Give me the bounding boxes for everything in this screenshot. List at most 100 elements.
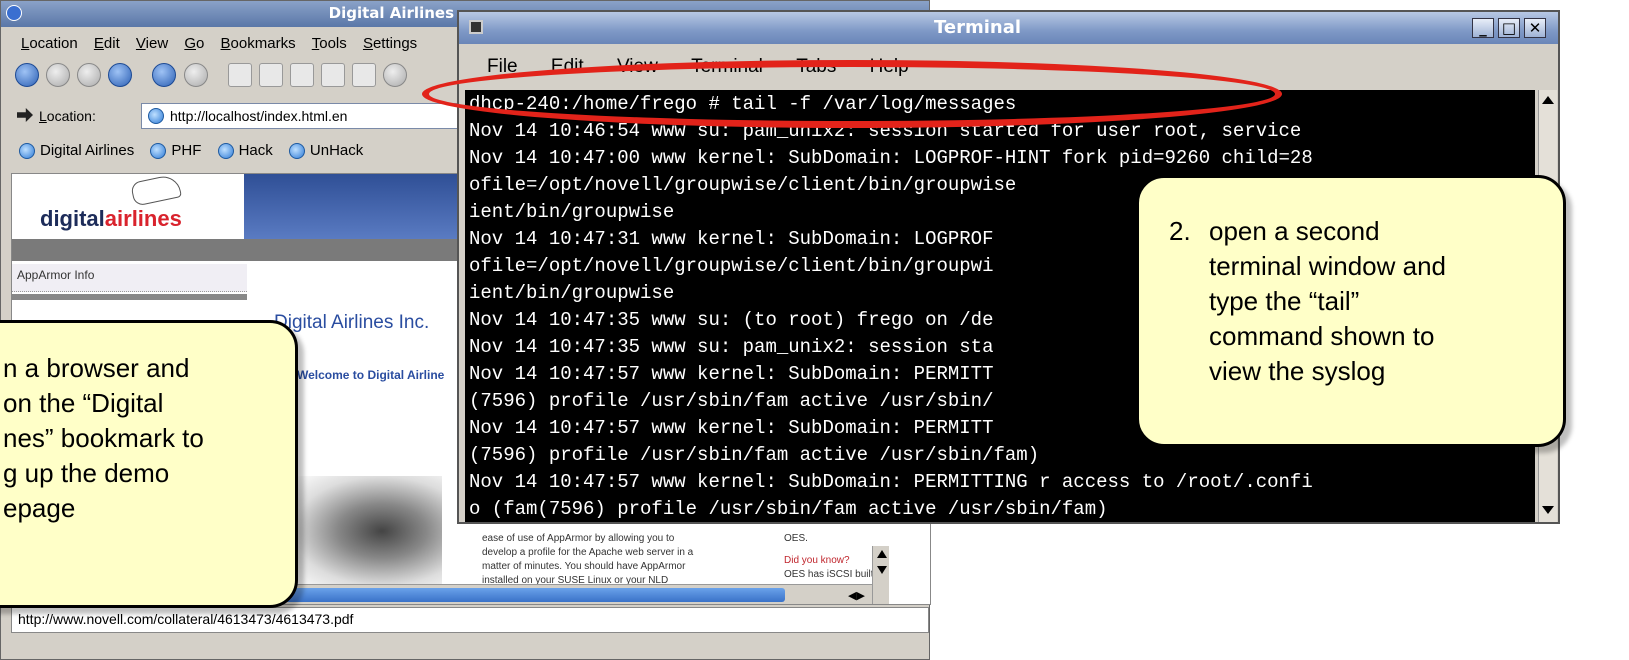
menu-settings[interactable]: Settings — [363, 35, 417, 52]
print-icon[interactable] — [321, 63, 346, 87]
terminal-title: Terminal — [934, 17, 1022, 38]
bookmark-label: Hack — [238, 142, 273, 159]
reload-icon[interactable] — [152, 63, 177, 87]
home-icon[interactable] — [108, 63, 133, 87]
callout-line: n a browser and — [3, 353, 190, 383]
terminal-line: ofile=/opt/novell/groupwise/client/bin/g… — [469, 174, 1017, 196]
browser-title: Digital Airlines — [328, 4, 454, 22]
content-horizontal-scrollbar[interactable]: ◀▶ — [250, 584, 872, 604]
article-line: develop a profile for the Apache web ser… — [482, 547, 694, 558]
terminal-line: Nov 14 10:47:35 www su: pam_unix2: sessi… — [469, 336, 994, 358]
location-url[interactable]: http://localhost/index.html.en — [170, 108, 347, 124]
terminal-line: Nov 14 10:47:35 www su: (to root) frego … — [469, 309, 994, 331]
article-line: ease of use of AppArmor by allowing you … — [482, 533, 675, 544]
callout-step-2: 2. open a second terminal window and type… — [1136, 175, 1566, 447]
bookmark-globe-icon — [19, 143, 35, 160]
bookmark-phf[interactable]: PHF — [150, 142, 202, 160]
status-bar: http://www.novell.com/collateral/4613473… — [11, 607, 929, 633]
sidebar-divider — [12, 294, 247, 300]
terminal-line: Nov 14 10:47:00 www kernel: SubDomain: L… — [469, 147, 1313, 169]
find-icon[interactable] — [383, 63, 408, 87]
bookmark-globe-icon — [288, 143, 305, 160]
scroll-down-icon[interactable] — [877, 566, 887, 574]
callout-line: 2. open a second — [1169, 214, 1543, 249]
scroll-left-right-icon[interactable]: ◀▶ — [848, 589, 865, 602]
copy-icon[interactable] — [258, 63, 283, 87]
callout-line: command shown to — [1209, 321, 1435, 351]
bookmark-label: UnHack — [309, 142, 364, 159]
terminal-line: (7596) profile /usr/sbin/fam active /usr… — [469, 444, 1040, 466]
step-number: 2. — [1169, 216, 1191, 246]
terminal-line: Nov 14 10:47:31 www kernel: SubDomain: L… — [469, 228, 994, 250]
logo-text-red: airlines — [104, 206, 182, 231]
maximize-button[interactable]: □ — [1498, 18, 1520, 38]
scroll-up-icon[interactable] — [1542, 96, 1554, 104]
logo-text-dark: digital — [40, 206, 105, 231]
logo-text: digitalairlines — [40, 206, 182, 232]
plane-logo-icon — [130, 174, 182, 207]
menu-edit[interactable]: Edit — [94, 35, 120, 52]
horizontal-scroll-thumb[interactable] — [265, 588, 785, 602]
callout-line: type the “tail” — [1209, 286, 1360, 316]
terminal-line: ient/bin/groupwise — [469, 282, 675, 304]
terminal-line: o (fam(7596) profile /usr/sbin/fam activ… — [469, 498, 1108, 520]
paste-icon[interactable] — [289, 63, 314, 87]
scroll-up-icon[interactable] — [877, 550, 887, 558]
bookmark-digital-airlines[interactable]: Digital Airlines — [19, 142, 135, 160]
terminal-titlebar[interactable]: Terminal _ □ ✕ — [459, 12, 1558, 44]
content-vertical-scrollbar[interactable] — [872, 546, 889, 604]
print-frame-icon[interactable] — [352, 63, 377, 87]
company-heading: Digital Airlines Inc. — [274, 312, 430, 333]
cut-icon[interactable] — [227, 63, 252, 87]
oes-text: OES. — [784, 533, 808, 544]
location-arrow-icon[interactable] — [17, 108, 33, 122]
callout-line: on the “Digital — [3, 388, 164, 418]
close-button[interactable]: ✕ — [1524, 18, 1546, 38]
bookmark-globe-icon — [150, 143, 167, 160]
command-highlight-ellipse — [422, 60, 1282, 128]
menu-view[interactable]: View — [136, 35, 168, 52]
scroll-down-icon[interactable] — [1542, 506, 1554, 514]
callout-line: terminal window and — [1209, 251, 1447, 281]
minimize-button[interactable]: _ — [1472, 18, 1494, 38]
welcome-text: Welcome to Digital Airline — [297, 368, 445, 382]
callout-line: view the syslog — [1209, 356, 1386, 386]
callout-text: open a second — [1209, 216, 1380, 246]
location-label: Location: — [39, 108, 96, 124]
terminal-line: Nov 14 10:47:57 www kernel: SubDomain: P… — [469, 363, 994, 385]
bookmark-label: Digital Airlines — [40, 142, 135, 159]
browser-bottom-frame — [1, 635, 929, 659]
site-logo[interactable]: digitalairlines — [12, 174, 244, 239]
back-icon[interactable] — [15, 63, 39, 87]
callout-line: epage — [3, 493, 76, 523]
menu-go[interactable]: Go — [184, 35, 204, 52]
terminal-line: ofile=/opt/novell/groupwise/client/bin/g… — [469, 255, 994, 277]
article-line: matter of minutes. You should have AppAr… — [482, 561, 686, 572]
menu-location[interactable]: Location — [21, 35, 78, 52]
page-globe-icon — [148, 108, 164, 124]
terminal-line: Nov 14 10:47:57 www kernel: SubDomain: P… — [469, 417, 994, 439]
sidebar-apparmor-info[interactable]: AppArmor Info — [12, 264, 247, 292]
terminal-line: (7596) profile /usr/sbin/fam active /usr… — [469, 390, 994, 412]
callout-line: nes” bookmark to — [3, 423, 204, 453]
bookmark-globe-icon — [217, 143, 234, 160]
terminal-line: Nov 14 10:47:57 www kernel: SubDomain: P… — [469, 471, 1313, 493]
menu-tools[interactable]: Tools — [312, 35, 347, 52]
menu-bookmarks[interactable]: Bookmarks — [221, 35, 296, 52]
stop-icon[interactable] — [183, 63, 208, 87]
location-bar: Location: http://localhost/index.html.en — [11, 103, 461, 131]
callout-step-1: n a browser and on the “Digital nes” boo… — [0, 320, 298, 608]
up-icon[interactable] — [46, 63, 71, 87]
bookmark-unhack[interactable]: UnHack — [288, 142, 364, 160]
location-input[interactable]: http://localhost/index.html.en — [141, 103, 461, 129]
article-text: ease of use of AppArmor by allowing you … — [482, 532, 742, 588]
bookmarks-bar: Digital Airlines PHF Hack UnHack — [19, 142, 469, 168]
bookmark-label: PHF — [171, 142, 202, 159]
forward-icon[interactable] — [77, 63, 102, 87]
terminal-line: ient/bin/groupwise — [469, 201, 675, 223]
browser-toolbar — [15, 63, 465, 95]
bookmark-hack[interactable]: Hack — [217, 142, 273, 160]
callout-line: g up the demo — [3, 458, 170, 488]
window-menu-icon[interactable] — [6, 5, 22, 21]
terminal-icon[interactable] — [469, 20, 483, 34]
